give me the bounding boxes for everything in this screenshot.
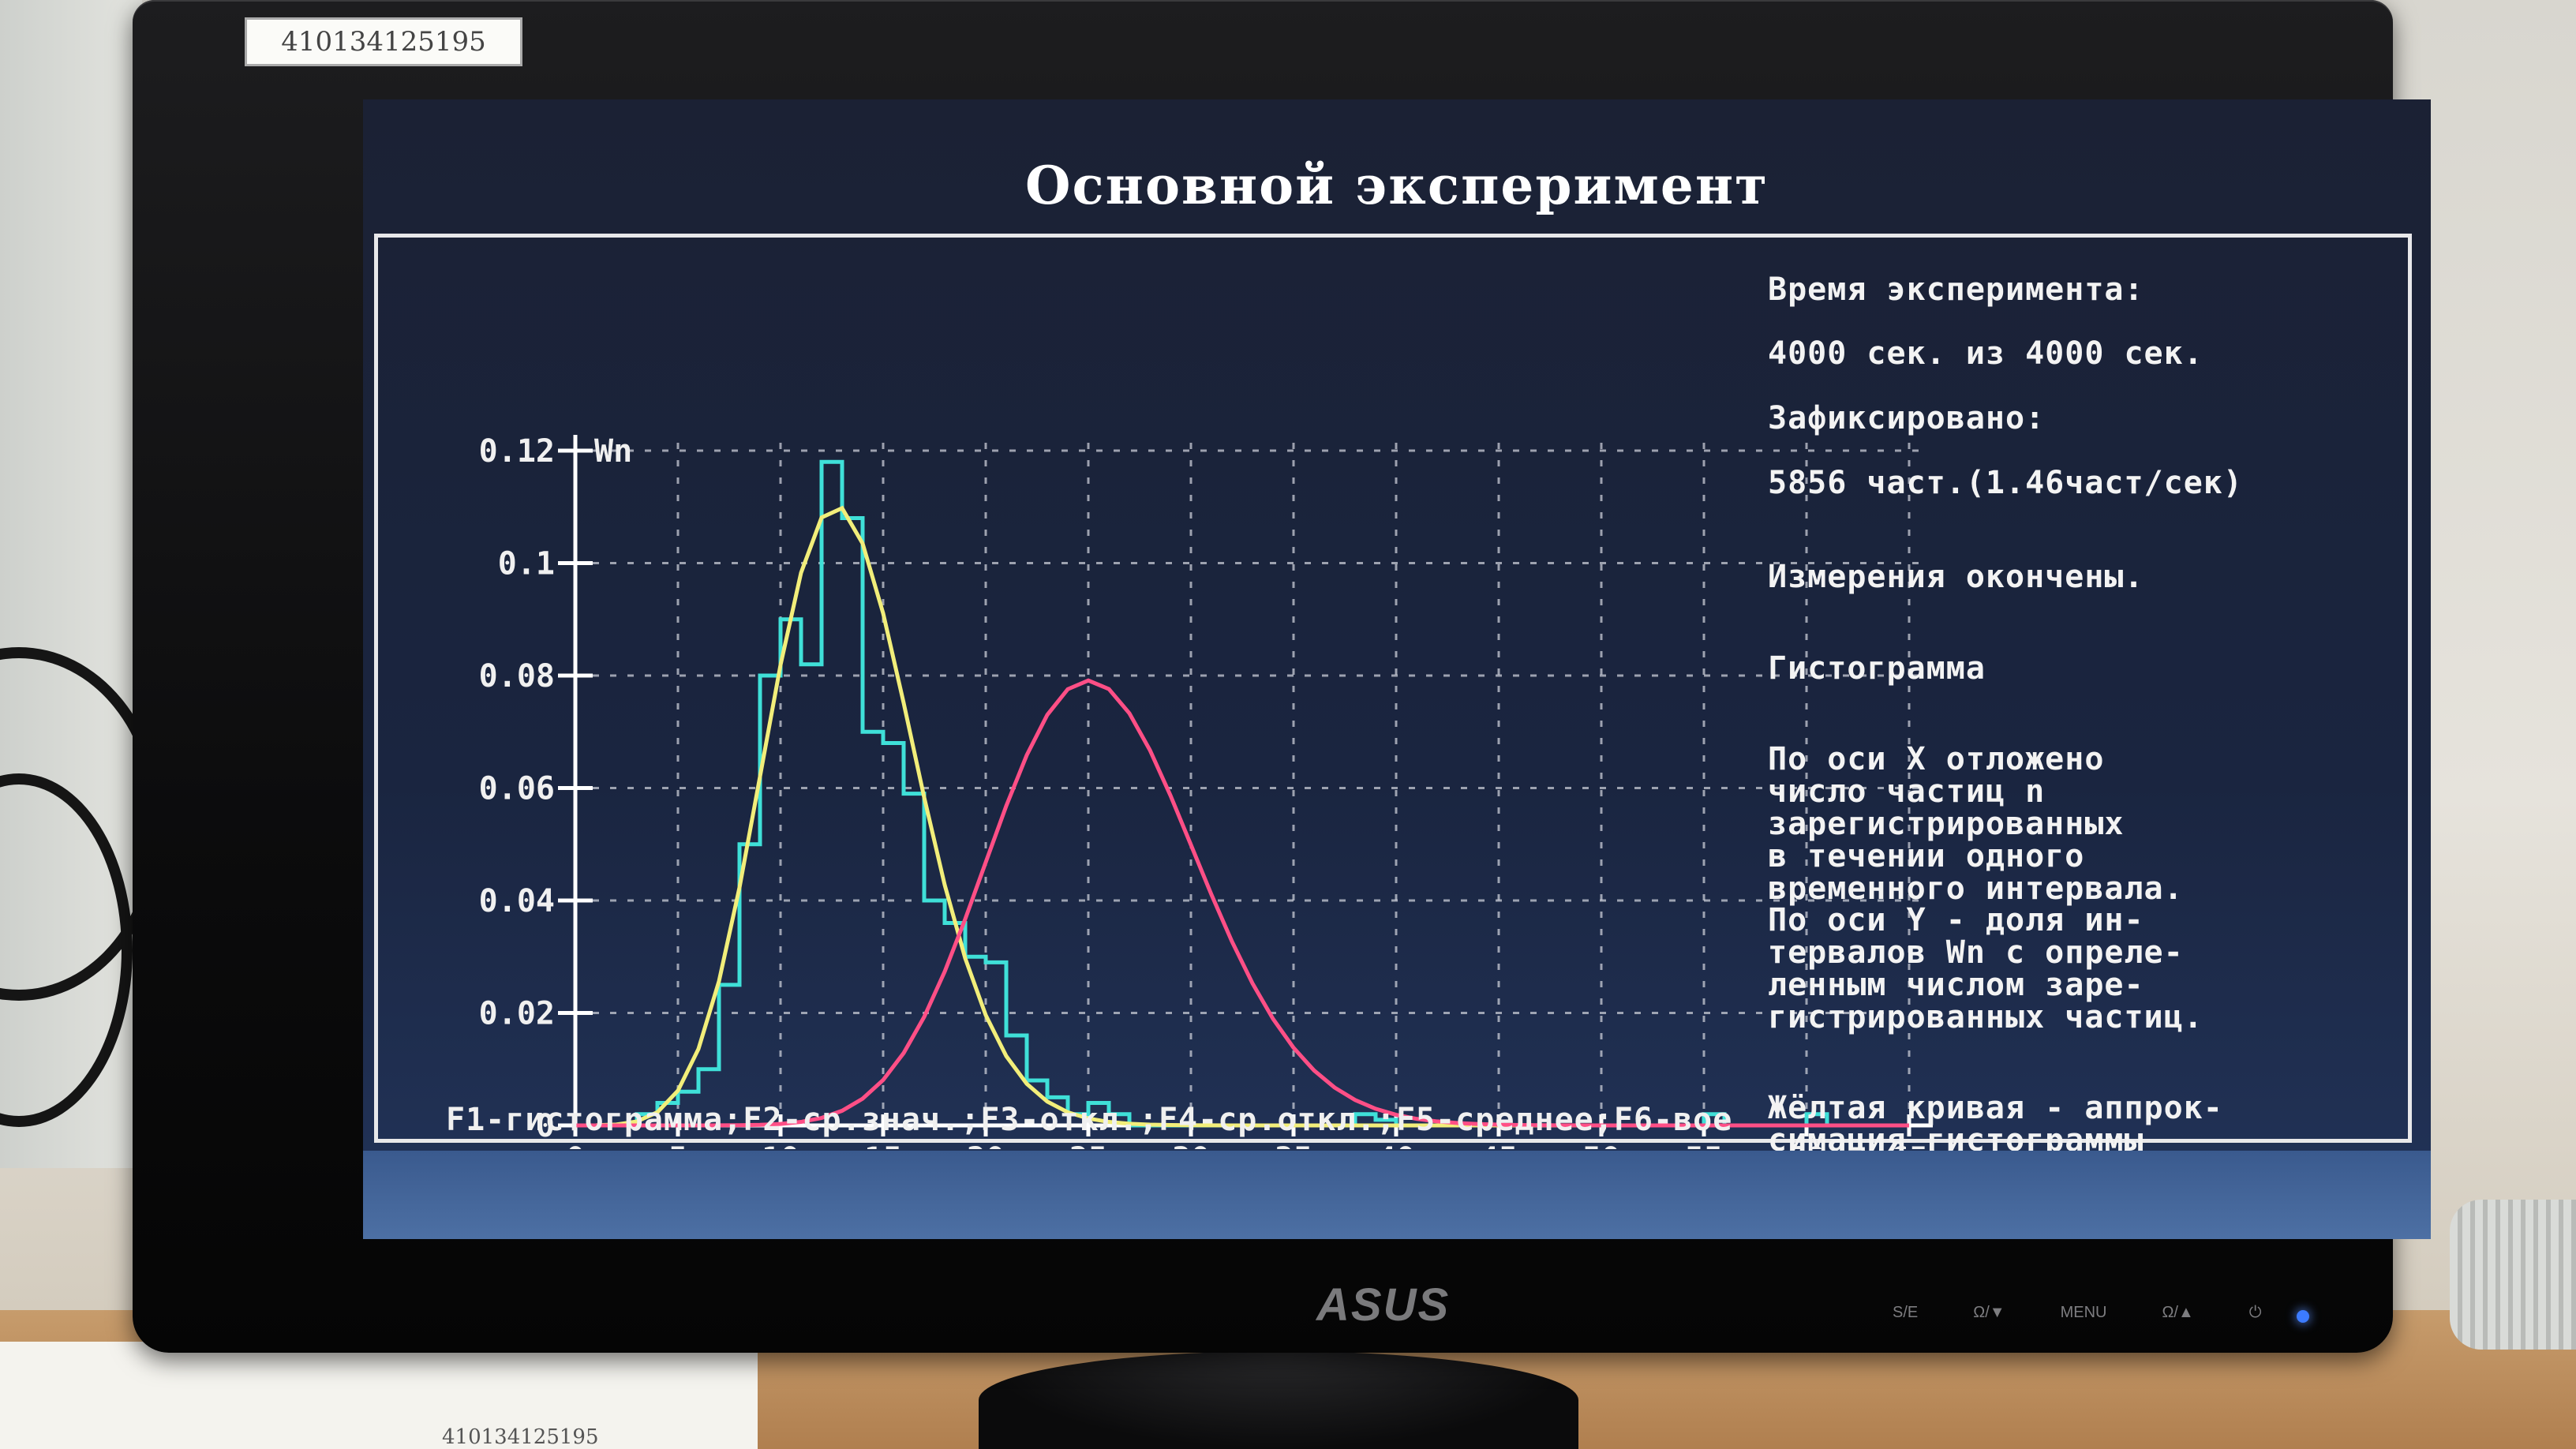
x-tick-label: 10 (762, 1141, 799, 1149)
y-tick-label: 0.04 (479, 883, 555, 919)
status-text: Измерения окончены. (1768, 559, 2144, 596)
status-band (363, 1151, 2431, 1239)
poisson-mean-curve (575, 505, 1909, 1128)
asset-sticker: 410134125195 (245, 17, 522, 66)
x-tick-label: 45 (1480, 1141, 1518, 1149)
mode-text: Гистограмма (1768, 650, 1986, 687)
x-tick-label: 20 (967, 1141, 1005, 1149)
x-tick-label: 15 (864, 1141, 902, 1149)
x-tick-label: 25 (1069, 1141, 1107, 1149)
monitor-screen: Основной эксперимент 0 0.02 0.04 0.06 0.08 0.… (363, 99, 2431, 1239)
paper-label: 410134125195 (442, 1425, 599, 1449)
grid-lines (575, 443, 1925, 1125)
registered-value: 5856 част.(1.46част/сек) (1768, 464, 2243, 501)
y-axis-label: Wn (594, 433, 632, 470)
experiment-time-label: Время эксперимента: (1768, 271, 2144, 308)
histogram (575, 459, 1909, 1128)
monitor-stand (979, 1351, 1578, 1449)
axes (558, 435, 1933, 1136)
function-key-bar[interactable]: F1-гистограмма;F2-ср.знач.;F3-откл.;F4-с… (446, 1102, 2103, 1138)
histogram-outline (575, 459, 1909, 1128)
experiment-time-value: 4000 сек. из 4000 сек. (1768, 335, 2203, 373)
x-tick-label: 50 (1582, 1141, 1620, 1149)
info-panel: Время эксперимента: 4000 сек. из 4000 се… (1768, 242, 2415, 1239)
monitor-button-menu[interactable]: MENU (2061, 1304, 2107, 1322)
y-tick-label: 0.1 (498, 546, 555, 582)
y-tick-label: 0.08 (479, 658, 555, 695)
hose (2450, 1200, 2576, 1350)
page-title: Основной эксперимент (1024, 155, 1769, 216)
monitor-buttons: S/E Ω/▼ MENU Ω/▲ ⏻ (1893, 1304, 2262, 1322)
monitor-button-se[interactable]: S/E (1893, 1304, 1918, 1322)
monitor-bezel: 410134125195 Основной эксперимент 0 0.02 0… (133, 0, 2431, 1353)
monitor-button-down[interactable]: Ω/▼ (1973, 1304, 2005, 1322)
x-tick-label: 40 (1377, 1141, 1415, 1149)
x-tick-label: 55 (1685, 1141, 1723, 1149)
x-tick-label: 5 (668, 1141, 687, 1149)
x-tick-label: 30 (1172, 1141, 1210, 1149)
paper-sheet (0, 1342, 758, 1449)
y-tick-label: 0.06 (479, 771, 555, 807)
axis-description: По оси X отложено число частиц n зарегис… (1768, 741, 2203, 1035)
poisson-variance-curve (575, 678, 1909, 1128)
power-icon[interactable]: ⏻ (2249, 1304, 2262, 1322)
x-tick-label: 0 (566, 1141, 585, 1149)
poisson-curves (575, 505, 1909, 1128)
y-tick-label: 0.02 (479, 996, 555, 1032)
registered-label: Зафиксировано: (1768, 399, 2046, 436)
power-led-icon (2297, 1310, 2309, 1323)
y-tick-label: 0.12 (479, 433, 555, 470)
brand-logo: ASUS (1316, 1279, 1451, 1331)
tick-labels: 00.020.040.060.080.10.12Wn05101520253035… (479, 433, 1928, 1149)
x-tick-label: 35 (1275, 1141, 1312, 1149)
monitor-button-up[interactable]: Ω/▲ (2162, 1304, 2193, 1322)
